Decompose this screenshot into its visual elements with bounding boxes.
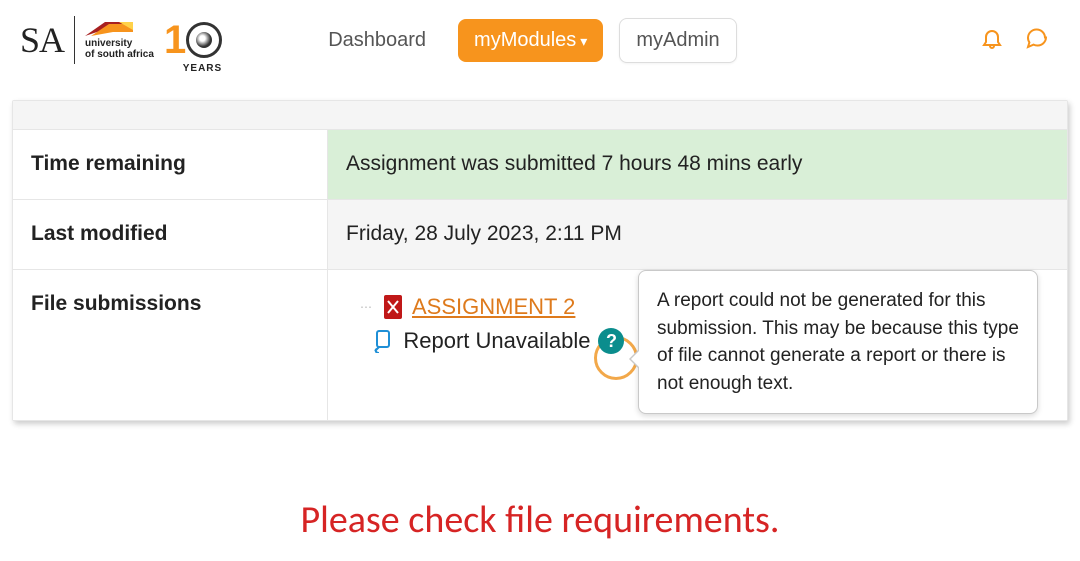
report-tooltip: A report could not be generated for this… [638,270,1038,414]
file-submissions-value: ⋯ ASSIGNMENT 2 [328,270,1067,420]
row-file-submissions: File submissions ⋯ ASSIGNMENT 2 [13,269,1067,420]
header-icons [980,26,1050,55]
nav-myadmin[interactable]: myAdmin [619,18,736,63]
report-icon [373,329,395,353]
row-last-modified: Last modified Friday, 28 July 2023, 2:11… [13,199,1067,269]
warning-message: Please check file requirements. [0,497,1080,543]
report-status-text: Report Unavailable [403,328,590,354]
last-modified-value: Friday, 28 July 2023, 2:11 PM [328,200,1067,269]
main-nav: Dashboard myModules▾ myAdmin [312,18,737,63]
time-remaining-label: Time remaining [13,130,328,199]
file-submissions-label: File submissions [13,270,328,420]
tree-branch-icon: ⋯ [360,300,372,314]
chat-icon[interactable] [1024,26,1050,55]
logo-block: SA university of south africa 1 YEARS [20,16,222,64]
nav-mymodules-label: myModules [474,29,576,51]
pdf-icon [382,295,404,319]
header: SA university of south africa 1 YEARS Da… [0,0,1080,80]
row-time-remaining: Time remaining Assignment was submitted … [13,129,1067,199]
logo-unisa: university of south africa [85,20,154,60]
logo-uni-line1: university [85,38,132,49]
years-digit: 1 [164,20,186,60]
logo-sa: SA [20,19,64,61]
flame-icon [85,20,133,36]
nav-mymodules[interactable]: myModules▾ [458,19,603,62]
logo-uni-line2: of south africa [85,49,154,60]
submission-details: Time remaining Assignment was submitted … [12,100,1068,421]
help-icon[interactable]: ? [598,328,624,354]
last-modified-label: Last modified [13,200,328,269]
file-link[interactable]: ASSIGNMENT 2 [412,294,575,320]
years-circle-icon [186,22,222,58]
logo-divider [74,16,75,64]
tree-branch-icon [360,334,363,348]
notifications-icon[interactable] [980,26,1004,55]
detail-spacer [13,101,1067,129]
nav-dashboard[interactable]: Dashboard [312,19,442,62]
logo-150-years: 1 YEARS [164,20,222,60]
chevron-down-icon: ▾ [580,33,587,50]
time-remaining-value: Assignment was submitted 7 hours 48 mins… [328,130,1067,199]
years-label: YEARS [183,63,222,74]
